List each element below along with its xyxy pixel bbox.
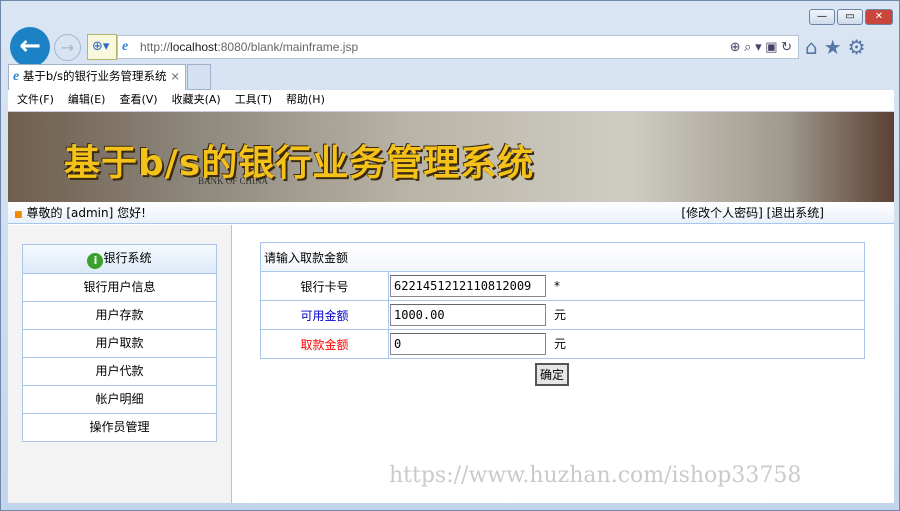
sidebar-item-operator-management[interactable]: 操作员管理 bbox=[22, 413, 217, 442]
ie-icon: e bbox=[13, 69, 20, 84]
banner-title: 基于b/s的银行业务管理系统 bbox=[64, 143, 535, 184]
menu-view[interactable]: 查看(V) bbox=[119, 93, 157, 106]
forward-button[interactable]: → bbox=[54, 34, 81, 61]
url-host: localhost bbox=[170, 40, 218, 54]
available-amount-input[interactable] bbox=[390, 304, 546, 326]
maximize-button[interactable]: ▭ bbox=[837, 9, 863, 25]
sidebar-heading: i 银行系统 bbox=[22, 244, 217, 274]
address-bar[interactable]: e http://localhost:8080/blank/mainframe.… bbox=[117, 35, 799, 59]
withdraw-amount-input[interactable] bbox=[390, 333, 546, 355]
browser-tab[interactable]: e 基于b/s的银行业务管理系统 × bbox=[8, 64, 186, 90]
sidebar-heading-label: 银行系统 bbox=[103, 251, 152, 265]
ie-icon: e bbox=[122, 39, 129, 54]
menu-favorites[interactable]: 收藏夹(A) bbox=[172, 93, 221, 106]
url-path: :8080/blank/mainframe.jsp bbox=[217, 40, 359, 54]
close-tab-icon[interactable]: × bbox=[170, 69, 180, 83]
menu-tools[interactable]: 工具(T) bbox=[235, 93, 272, 106]
toolbar-icons[interactable]: ⌂★⚙ bbox=[805, 35, 872, 59]
bank-logo-text: BANK OF CHINA bbox=[198, 176, 269, 186]
menu-help[interactable]: 帮助(H) bbox=[286, 93, 325, 106]
change-password-link[interactable]: [修改个人密码] bbox=[681, 206, 762, 220]
card-label: 银行卡号 bbox=[260, 271, 389, 301]
menu-bar: 文件(F) 编辑(E) 查看(V) 收藏夹(A) 工具(T) 帮助(H) bbox=[8, 90, 894, 112]
submit-button[interactable]: 确定 bbox=[535, 363, 570, 386]
sidebar-item-withdraw[interactable]: 用户取款 bbox=[22, 329, 217, 358]
watermark: https://www.huzhan.com/ishop33758 bbox=[389, 463, 802, 488]
greeting-text: 尊敬的 [admin] 您好! bbox=[26, 206, 146, 220]
menu-edit[interactable]: 编辑(E) bbox=[68, 93, 106, 106]
sidebar-item-user-info[interactable]: 银行用户信息 bbox=[22, 273, 217, 302]
info-icon: i bbox=[87, 253, 104, 269]
unit-label: 元 bbox=[554, 308, 567, 322]
web-page: 基于b/s的银行业务管理系统 BANK OF CHINA ■ 尊敬的 [admin… bbox=[8, 112, 894, 503]
required-mark: * bbox=[554, 279, 560, 293]
home-icon[interactable]: ⌂ bbox=[805, 35, 824, 59]
available-label: 可用金额 bbox=[260, 300, 389, 330]
minimize-button[interactable]: — bbox=[809, 9, 835, 25]
banner: 基于b/s的银行业务管理系统 BANK OF CHINA bbox=[8, 112, 894, 202]
greeting-bar: ■ 尊敬的 [admin] 您好! [修改个人密码] [退出系统] bbox=[8, 202, 894, 224]
card-number-input[interactable] bbox=[390, 275, 546, 297]
search-refresh-icons[interactable]: ⊕ ⌕ ▾ ▣ ↻ bbox=[730, 36, 792, 58]
sidebar-item-deposit[interactable]: 用户存款 bbox=[22, 301, 217, 330]
gear-icon[interactable]: ⚙ bbox=[848, 35, 872, 59]
favorites-star-icon[interactable]: ★ bbox=[824, 35, 848, 59]
back-button[interactable]: ← bbox=[10, 27, 50, 67]
menu-file[interactable]: 文件(F) bbox=[17, 93, 54, 106]
close-window-button[interactable]: ✕ bbox=[865, 9, 893, 25]
withdraw-form: 请输入取款金额 银行卡号 * 可用金额 元 取款金额 元 bbox=[260, 242, 865, 359]
form-caption: 请输入取款金额 bbox=[260, 242, 865, 272]
bullet-icon: ■ bbox=[14, 210, 23, 220]
browser-window: — ▭ ✕ ← → ⊕▾ e http://localhost:8080/bla… bbox=[0, 0, 900, 511]
sidebar: i 银行系统 银行用户信息 用户存款 用户取款 用户代款 帐户明细 操作员管理 bbox=[8, 225, 232, 503]
tab-title: 基于b/s的银行业务管理系统 bbox=[22, 69, 167, 83]
url-prefix: http:// bbox=[140, 40, 171, 54]
logout-link[interactable]: [退出系统] bbox=[767, 206, 824, 220]
amount-label: 取款金额 bbox=[260, 329, 389, 359]
sidebar-item-account-details[interactable]: 帐户明细 bbox=[22, 385, 217, 414]
new-tab-button[interactable] bbox=[187, 64, 211, 90]
shield-icon[interactable]: ⊕▾ bbox=[87, 34, 117, 60]
sidebar-item-loan[interactable]: 用户代款 bbox=[22, 357, 217, 386]
unit-label: 元 bbox=[554, 337, 567, 351]
